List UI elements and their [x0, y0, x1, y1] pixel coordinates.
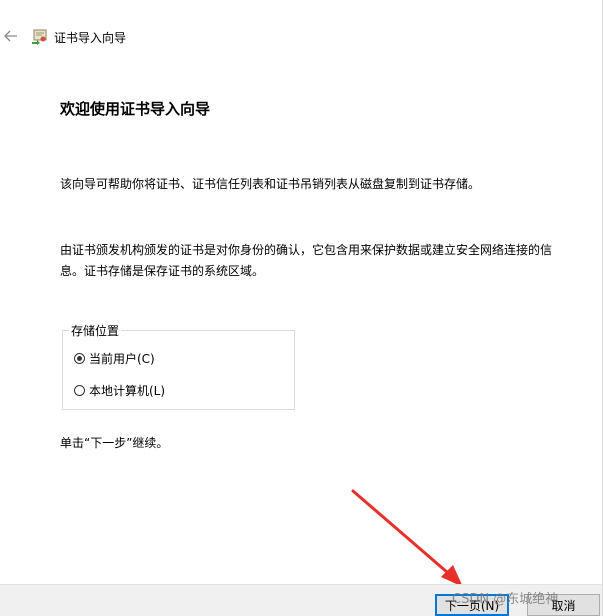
current-user-radio-option[interactable]: 当前用户(C)	[74, 350, 155, 367]
local-machine-radio[interactable]	[74, 385, 85, 396]
back-arrow-icon	[4, 30, 17, 42]
description-line-2: 息。证书存储是保存证书的系统区域。	[60, 264, 265, 278]
description-paragraph: 由证书颁发机构颁发的证书是对你身份的确认，它包含用来保护数据或建立安全网络连接的…	[60, 240, 560, 282]
store-location-group: 存储位置 当前用户(C) 本地计算机(L)	[62, 322, 295, 410]
description-line-1: 由证书颁发机构颁发的证书是对你身份的确认，它包含用来保护数据或建立安全网络连接的…	[60, 243, 553, 257]
store-location-legend: 存储位置	[69, 322, 122, 339]
next-button[interactable]: 下一页(N)	[435, 594, 509, 616]
current-user-radio[interactable]	[74, 353, 85, 364]
intro-paragraph: 该向导可帮助你将证书、证书信任列表和证书吊销列表从磁盘复制到证书存储。	[60, 177, 481, 191]
title-bar: 证书导入向导	[0, 22, 602, 52]
continue-instruction: 单击“下一步”继续。	[60, 436, 169, 450]
window-title: 证书导入向导	[54, 31, 127, 45]
red-annotation-arrow-icon	[351, 489, 463, 587]
wizard-footer: 下一页(N) 取消	[0, 584, 602, 616]
cancel-button[interactable]: 取消	[527, 594, 600, 616]
certificate-import-wizard-window: 证书导入向导 欢迎使用证书导入向导 该向导可帮助你将证书、证书信任列表和证书吊销…	[0, 0, 603, 616]
local-machine-radio-option[interactable]: 本地计算机(L)	[74, 382, 165, 399]
back-button[interactable]	[2, 27, 20, 45]
certificate-import-icon	[31, 27, 49, 45]
local-machine-label: 本地计算机(L)	[89, 384, 166, 398]
current-user-label: 当前用户(C)	[89, 352, 155, 366]
page-heading: 欢迎使用证书导入向导	[60, 100, 211, 118]
